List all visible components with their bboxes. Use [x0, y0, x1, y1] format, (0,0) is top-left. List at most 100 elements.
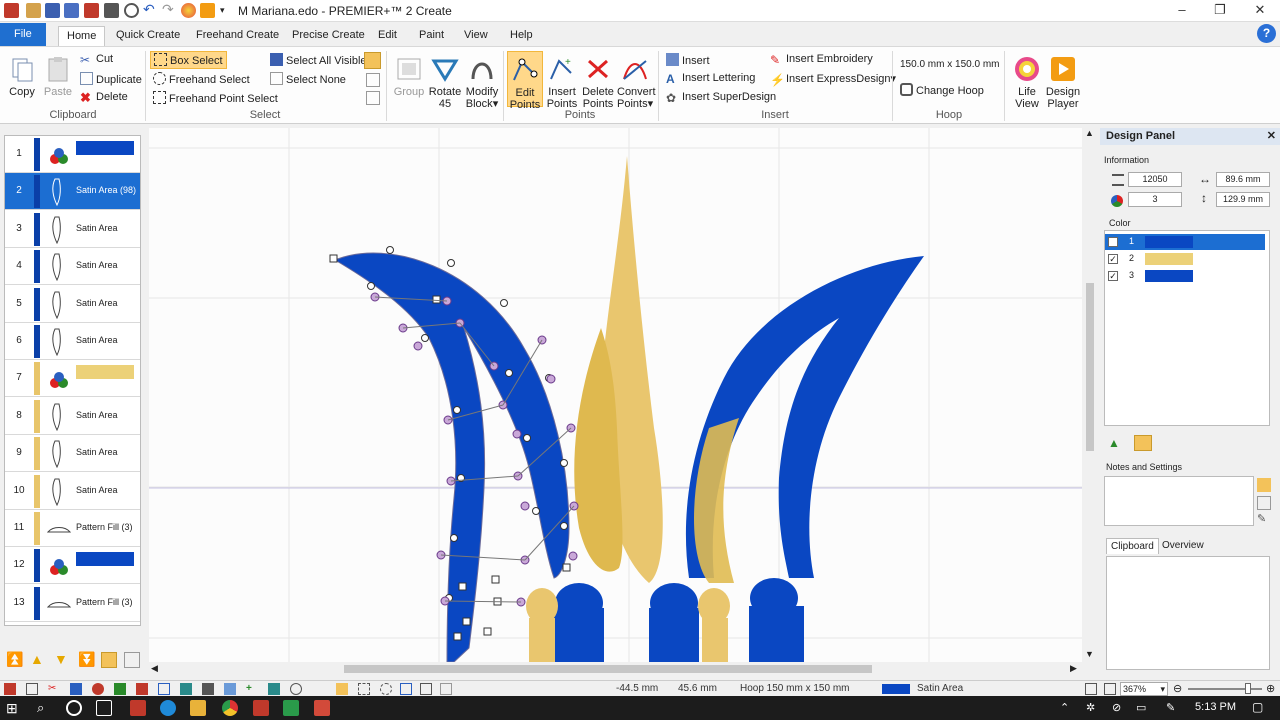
- play-icon[interactable]: [200, 3, 215, 18]
- move-bottom-icon[interactable]: ⏬: [78, 652, 95, 668]
- box-select-button[interactable]: Box Select: [150, 51, 227, 69]
- file-explorer-icon[interactable]: [190, 700, 206, 716]
- pen-icon[interactable]: ✎: [1166, 701, 1175, 714]
- save-as-icon[interactable]: [64, 3, 79, 18]
- scroll-left-icon[interactable]: ◀: [151, 663, 158, 674]
- insert-button[interactable]: Insert: [666, 53, 710, 67]
- status-tool-icon[interactable]: [26, 683, 38, 695]
- redo-icon[interactable]: ↷: [162, 2, 177, 18]
- save-icon[interactable]: [45, 3, 60, 18]
- help-icon[interactable]: ?: [1257, 24, 1276, 43]
- design-canvas[interactable]: [149, 128, 1082, 662]
- layer-row[interactable]: 2 Satin Area (98): [5, 173, 140, 211]
- layer-row[interactable]: 10 Satin Area: [5, 473, 140, 510]
- insert-expressdesign-button[interactable]: ⚡Insert ExpressDesign▾: [770, 72, 896, 87]
- export-icon[interactable]: [84, 3, 99, 18]
- tab-freehand-create[interactable]: Freehand Create: [188, 26, 287, 46]
- task-view-icon[interactable]: [96, 700, 112, 716]
- tab-paint[interactable]: Paint: [411, 26, 452, 46]
- open-icon[interactable]: [26, 3, 41, 18]
- vertical-scrollbar[interactable]: ▲ ▼: [1083, 128, 1097, 662]
- freehand-point-select-button[interactable]: Freehand Point Select: [153, 91, 278, 105]
- status-tool-icon[interactable]: [420, 683, 432, 695]
- color-row[interactable]: ✓ 3: [1105, 268, 1265, 284]
- zoom-out-icon[interactable]: ⊖: [1173, 682, 1182, 695]
- status-add-icon[interactable]: +: [246, 683, 258, 695]
- layer-options-icon[interactable]: [101, 652, 117, 668]
- zoom-fit-icon[interactable]: [1104, 683, 1116, 695]
- layer-row[interactable]: 8 Satin Area: [5, 398, 140, 435]
- layer-row[interactable]: 11 Pattern Fill (3): [5, 510, 140, 547]
- horizontal-scroll-thumb[interactable]: [344, 665, 872, 673]
- battery-icon[interactable]: ▭: [1136, 701, 1146, 714]
- insert-lettering-button[interactable]: A Insert Lettering: [666, 72, 755, 86]
- move-top-icon[interactable]: ⏫: [6, 652, 23, 668]
- layer-grid-icon[interactable]: [124, 652, 140, 668]
- chrome-icon[interactable]: [222, 700, 238, 716]
- notes-pencil-icon[interactable]: ✎: [1257, 512, 1271, 526]
- tab-help[interactable]: Help: [502, 26, 541, 46]
- layer-row[interactable]: 5 Satin Area: [5, 286, 140, 323]
- status-tool-icon[interactable]: [136, 683, 148, 695]
- move-up-icon[interactable]: ▲: [30, 652, 46, 668]
- insert-points-button[interactable]: + Insert Points: [545, 55, 579, 110]
- select-group-icon[interactable]: [366, 91, 380, 105]
- maximize-button[interactable]: ❐: [1200, 2, 1240, 20]
- status-tool-icon[interactable]: [70, 683, 82, 695]
- edit-points-button[interactable]: Edit Points: [507, 51, 543, 111]
- taskbar-red-app-icon[interactable]: [314, 700, 330, 716]
- tab-home[interactable]: Home: [58, 26, 106, 46]
- app-icon[interactable]: [4, 3, 19, 18]
- color-visible-checkbox[interactable]: ✓: [1108, 271, 1118, 281]
- notifications-icon[interactable]: ▢: [1252, 700, 1263, 714]
- status-tool-icon[interactable]: [114, 683, 126, 695]
- edge-icon[interactable]: [160, 700, 176, 716]
- tab-overview[interactable]: Overview: [1158, 538, 1208, 553]
- life-view-button[interactable]: Life View: [1010, 55, 1044, 110]
- print-icon[interactable]: [104, 3, 119, 18]
- zoom-tool-icon[interactable]: [1085, 683, 1097, 695]
- customize-icon[interactable]: ▾: [220, 3, 235, 18]
- select-none-button[interactable]: Select None: [270, 72, 346, 86]
- taskbar-app-icon[interactable]: [130, 700, 146, 716]
- rotate-45-button[interactable]: Rotate 45: [428, 55, 462, 110]
- status-tool-icon[interactable]: [202, 683, 214, 695]
- tab-quick-create[interactable]: Quick Create: [108, 26, 188, 46]
- delete-button[interactable]: ✖ Delete: [80, 91, 128, 105]
- scroll-down-icon[interactable]: ▼: [1085, 649, 1094, 659]
- notes-pen-icon[interactable]: [1257, 496, 1271, 510]
- layer-row[interactable]: 6 Satin Area: [5, 323, 140, 360]
- layer-row[interactable]: 1: [5, 136, 140, 173]
- color-tool-icon[interactable]: ▲: [1108, 436, 1122, 450]
- status-tool-icon[interactable]: [224, 683, 236, 695]
- tab-clipboard[interactable]: Clipboard: [1106, 538, 1159, 554]
- windows-start-icon[interactable]: ⊞: [6, 700, 22, 716]
- tab-file[interactable]: File: [0, 23, 46, 46]
- status-tool-icon[interactable]: ✂: [48, 683, 60, 695]
- status-tool-icon[interactable]: [92, 683, 104, 695]
- status-tool-icon[interactable]: [400, 683, 412, 695]
- layer-row[interactable]: 9 Satin Area: [5, 435, 140, 473]
- scroll-right-icon[interactable]: ▶: [1070, 663, 1077, 674]
- layer-row[interactable]: 7: [5, 360, 140, 398]
- status-tool-icon[interactable]: [440, 683, 452, 695]
- premier-create-icon[interactable]: [253, 700, 269, 716]
- delete-points-button[interactable]: Delete Points: [581, 55, 615, 110]
- layer-row[interactable]: 12: [5, 547, 140, 585]
- select-inverse-icon[interactable]: [366, 73, 380, 87]
- network-icon[interactable]: ⊘: [1112, 701, 1121, 714]
- status-tool-icon[interactable]: [380, 683, 392, 695]
- notes-edit-icon[interactable]: [1257, 478, 1271, 492]
- group-button[interactable]: Group: [392, 55, 426, 98]
- layer-row[interactable]: 13 Pattern Fill (3): [5, 585, 140, 622]
- close-panel-icon[interactable]: ✕: [1267, 129, 1276, 142]
- modify-block-button[interactable]: Modify Block▾: [464, 55, 500, 110]
- tray-chevron-icon[interactable]: ⌃: [1060, 701, 1069, 714]
- select-all-visible-button[interactable]: Select All Visible: [270, 53, 367, 67]
- life-view-icon[interactable]: [181, 3, 196, 18]
- undo-icon[interactable]: ↶: [143, 2, 158, 18]
- zoom-in-icon[interactable]: ⊕: [1266, 682, 1275, 695]
- insert-superdesign-button[interactable]: ✿ Insert SuperDesign: [666, 91, 776, 105]
- close-button[interactable]: ✕: [1240, 2, 1280, 20]
- convert-points-button[interactable]: Convert Points▾: [617, 55, 656, 110]
